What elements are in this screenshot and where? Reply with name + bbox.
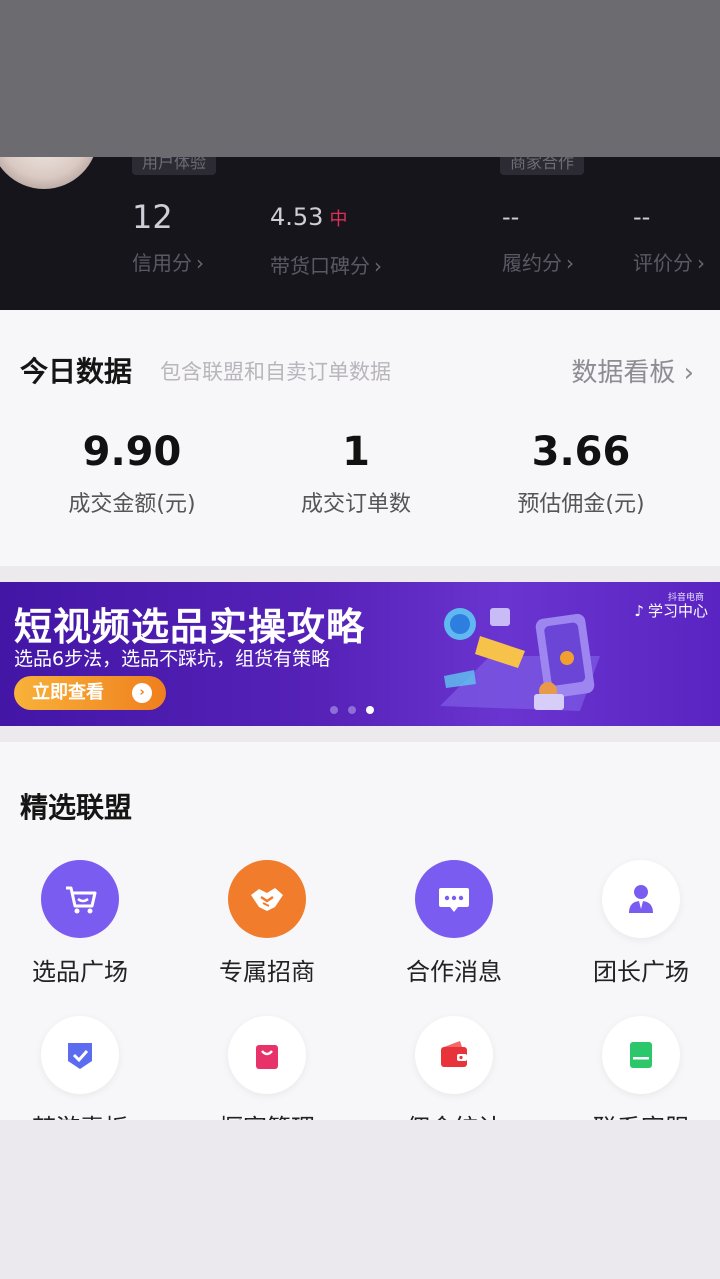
metric-value: 1	[342, 429, 370, 475]
metric-orders[interactable]: 1 成交订单数	[256, 430, 456, 518]
stat-label: 履约分	[502, 251, 562, 275]
stat-label: 评价分	[633, 251, 693, 275]
promo-banner[interactable]: 短视频选品实操攻略 选品6步法，选品不踩坑，组货有策略 立即查看 › 抖音电商 …	[0, 582, 720, 726]
chevron-right-icon: ›	[374, 254, 382, 278]
grid-item-label: 团长广场	[593, 958, 689, 986]
carousel-dot[interactable]	[348, 706, 356, 714]
metric-label: 预估佣金(元)	[517, 492, 645, 517]
carousel-dot[interactable]	[330, 706, 338, 714]
metric-value: 3.66	[531, 429, 631, 475]
grid-item-product-square[interactable]: 选品广场	[0, 860, 160, 987]
stat-value: 4.53	[270, 203, 324, 231]
douyin-logo-icon: ♪	[634, 602, 644, 620]
section-title: 精选联盟	[20, 791, 133, 824]
grid-item-row2-4[interactable]: 联系客服	[561, 1016, 720, 1120]
grid-item-cooperation-messages[interactable]: 合作消息	[374, 860, 534, 987]
data-dashboard-link[interactable]: 数据看板 ›	[571, 352, 694, 389]
carousel-dot-active[interactable]	[366, 706, 374, 714]
bottom-overlay	[0, 1120, 720, 1279]
avatar[interactable]	[0, 157, 98, 189]
message-icon	[415, 860, 493, 938]
banner-title: 短视频选品实操攻略	[14, 605, 366, 649]
stat-reputation-score[interactable]: 4.53 中 带货口碑分 ›	[270, 199, 382, 279]
grid-item-leader-square[interactable]: 团长广场	[561, 860, 720, 987]
bag-icon	[228, 1016, 306, 1094]
arrow-right-icon: ›	[132, 683, 152, 703]
metric-gmv[interactable]: 9.90 成交金额(元)	[32, 430, 232, 518]
section-subtitle: 包含联盟和自卖订单数据	[160, 360, 391, 384]
wallet-icon	[415, 1016, 493, 1094]
tag-user-experience: 用户体验	[132, 157, 217, 175]
stat-value: --	[633, 203, 651, 231]
grid-item-label: 橱窗管理	[187, 1108, 347, 1120]
chevron-right-icon: ›	[196, 251, 204, 275]
brand-label: 学习中心	[647, 602, 708, 620]
stat-value: --	[502, 203, 520, 231]
metric-commission[interactable]: 3.66 预估佣金(元)	[481, 430, 681, 518]
carousel-indicator	[330, 706, 374, 714]
metric-label: 成交金额(元)	[68, 492, 196, 517]
today-data-card: 今日数据 包含联盟和自卖订单数据 数据看板 › 9.90 成交金额(元) 1 成…	[0, 310, 720, 566]
profile-header: 用户体验 商家合作 12 信用分 › 4.53 中 带货口碑分 › -- 履约分 › -…	[0, 157, 720, 310]
stat-credit-score[interactable]: 12 信用分 ›	[132, 199, 204, 276]
view-now-button[interactable]: 立即查看 ›	[14, 676, 166, 710]
metric-value: 9.90	[82, 429, 182, 475]
grid-item-label: 专属招商	[219, 958, 315, 986]
button-label: 立即查看	[32, 682, 104, 703]
top-overlay	[0, 0, 720, 157]
grid-item-label: 梦游素板	[0, 1108, 160, 1120]
stat-fulfillment-score[interactable]: -- 履约分 ›	[502, 199, 574, 276]
cart-icon	[41, 860, 119, 938]
shield-check-icon	[41, 1016, 119, 1094]
section-title: 今日数据	[20, 355, 133, 388]
chevron-right-icon: ›	[697, 251, 705, 275]
grid-item-row2-2[interactable]: 橱窗管理	[187, 1016, 347, 1120]
grid-item-exclusive-merchants[interactable]: 专属招商	[187, 860, 347, 987]
store-icon	[602, 1016, 680, 1094]
grid-item-label: 联系客服	[561, 1108, 720, 1120]
stat-label: 带货口碑分	[270, 254, 370, 278]
person-icon	[602, 860, 680, 938]
stat-review-score[interactable]: -- 评价分 ›	[633, 199, 705, 276]
grid-item-label: 佣金统计	[374, 1108, 534, 1120]
stat-value: 12	[132, 198, 173, 236]
tag-merchant-cooperation: 商家合作	[500, 157, 585, 175]
handshake-icon	[228, 860, 306, 938]
banner-subtitle: 选品6步法，选品不踩坑，组货有策略	[14, 648, 331, 670]
chevron-right-icon: ›	[566, 251, 574, 275]
level-badge: 中	[329, 209, 348, 230]
banner-illustration	[440, 608, 600, 711]
grid-item-row2-1[interactable]: 梦游素板	[0, 1016, 160, 1120]
grid-item-row2-3[interactable]: 佣金统计	[374, 1016, 534, 1120]
metric-label: 成交订单数	[300, 492, 411, 517]
grid-item-label: 选品广场	[32, 958, 128, 986]
stat-label: 信用分	[132, 251, 192, 275]
grid-item-label: 合作消息	[406, 958, 502, 986]
selected-alliance-section: 精选联盟 选品广场 专属招商 合作消息 团长广场 梦游素板 橱窗管理	[0, 742, 720, 1120]
